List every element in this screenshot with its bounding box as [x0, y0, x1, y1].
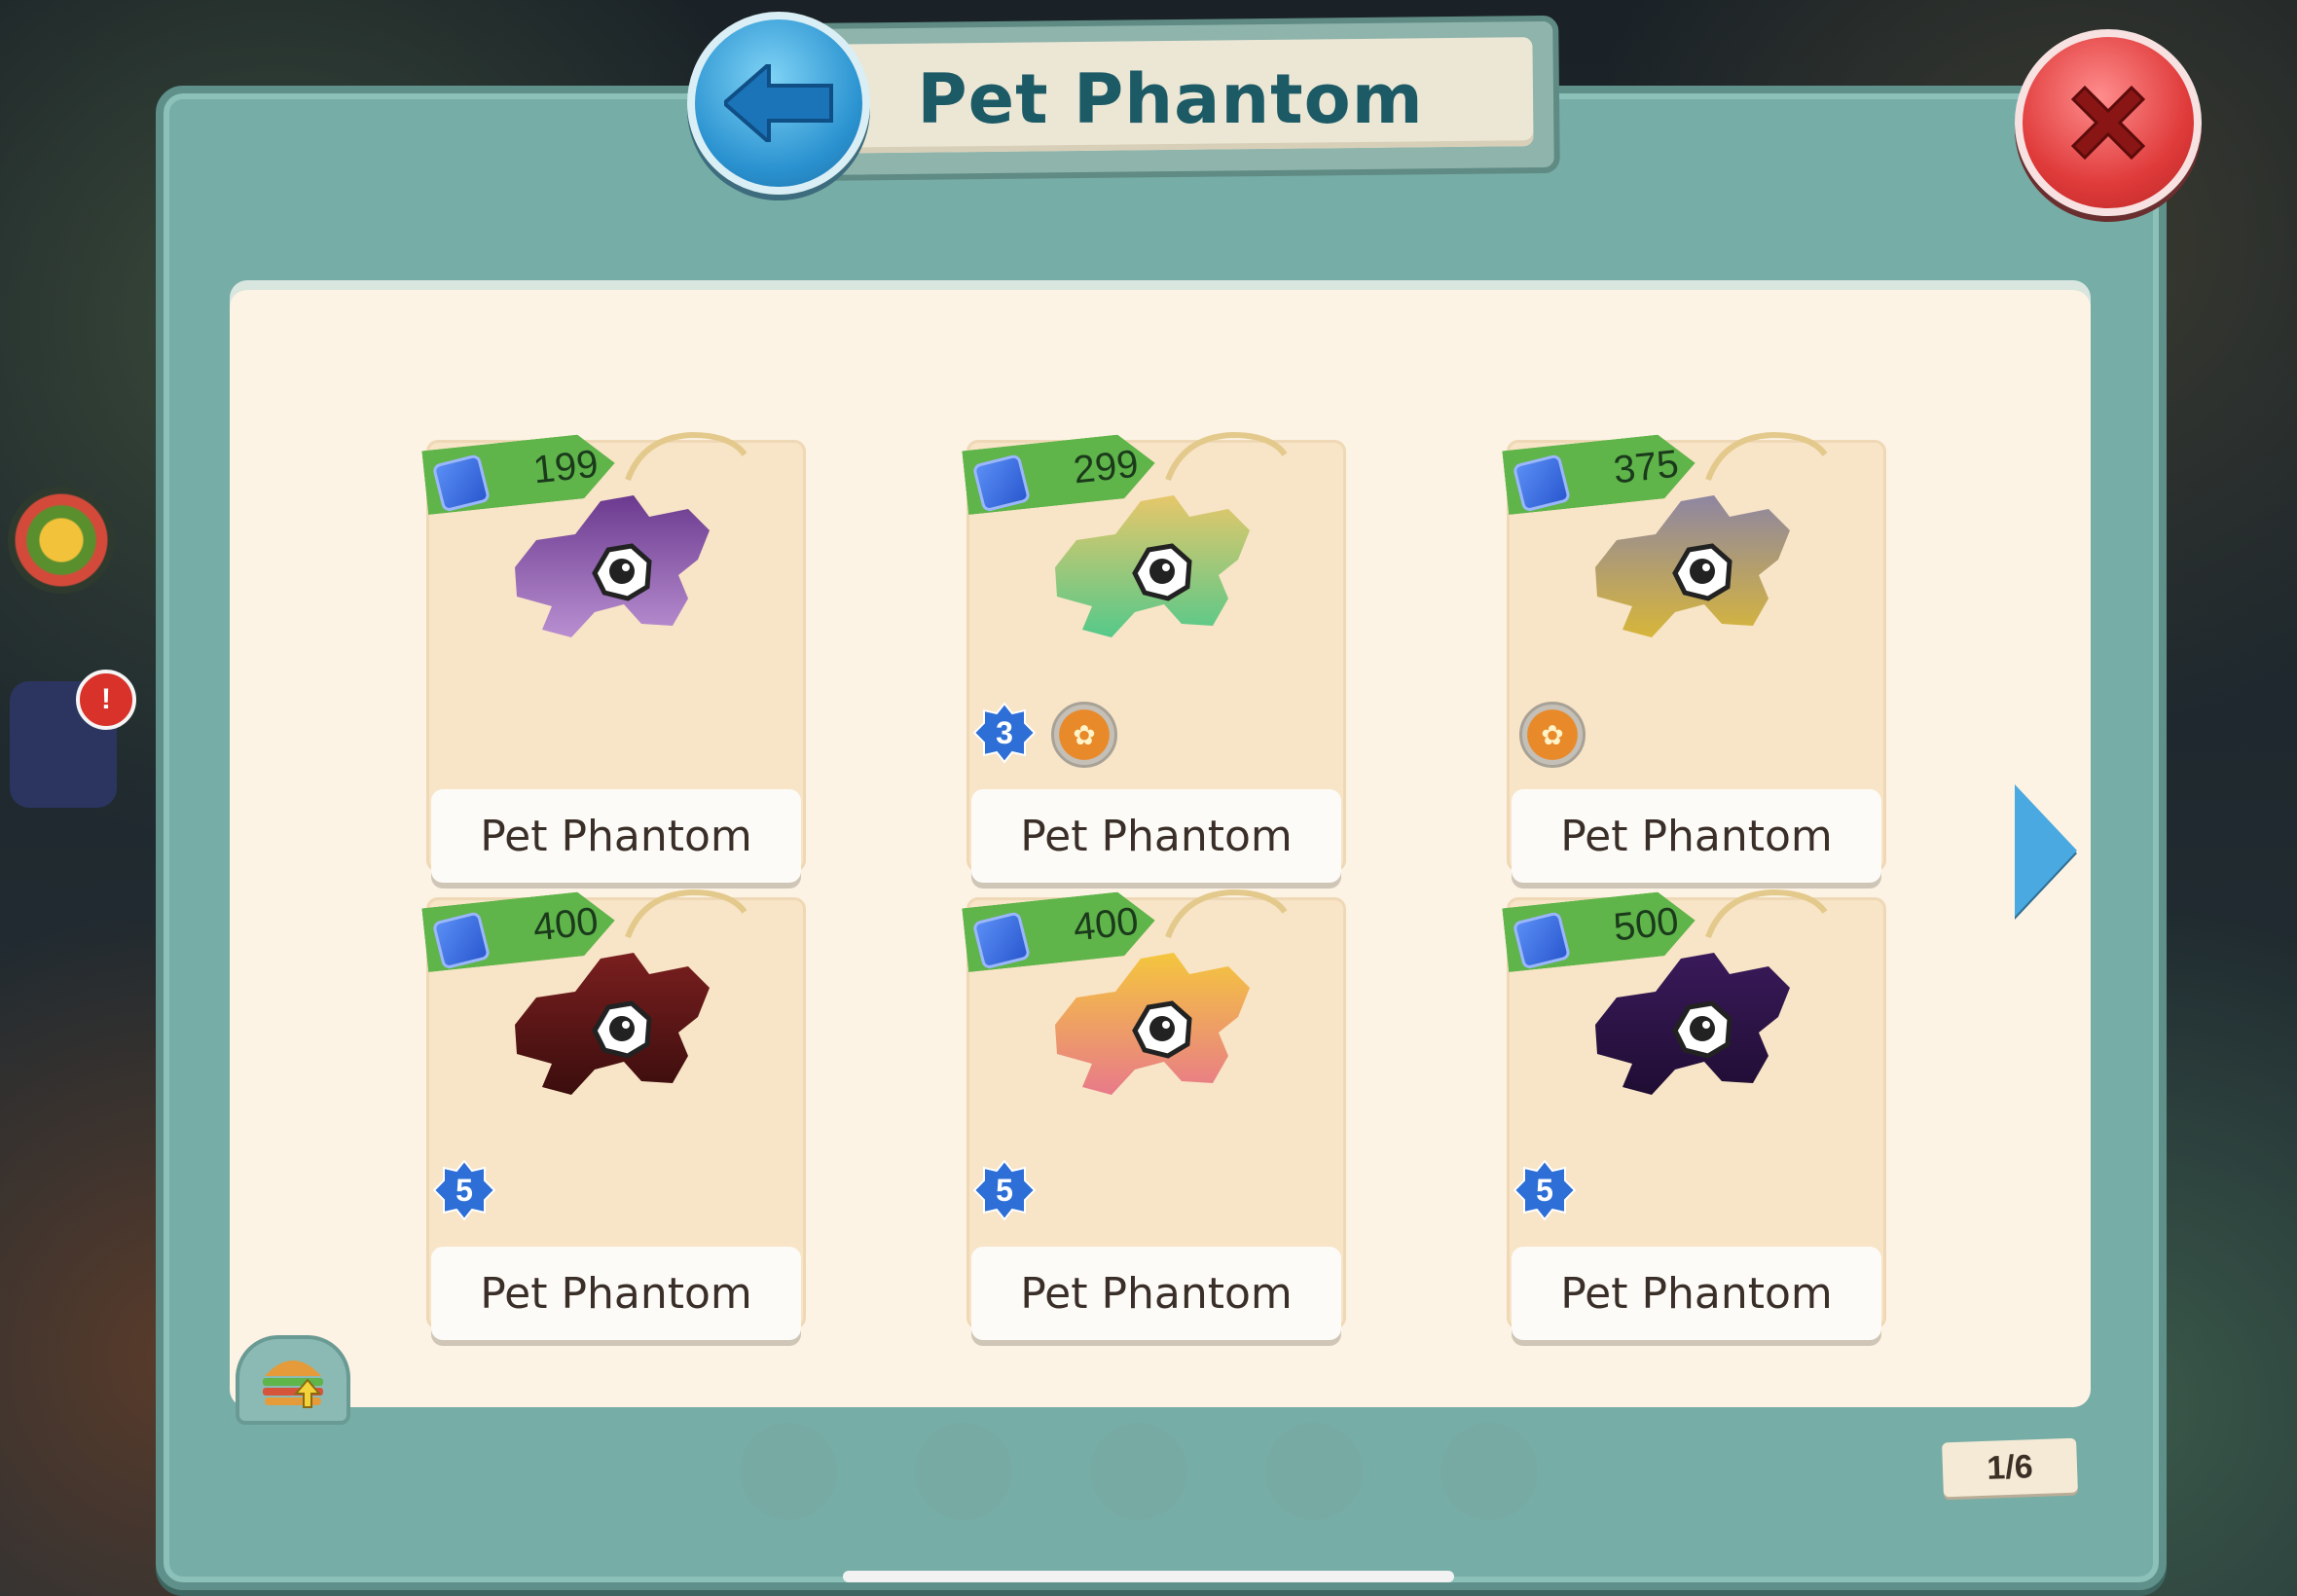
price: 500 [1611, 899, 1681, 950]
item-name: Pet Phantom [431, 1247, 801, 1340]
keyboard-icon[interactable] [915, 1423, 1012, 1520]
price: 400 [530, 899, 601, 950]
tag-string-icon [1705, 889, 1828, 939]
page-indicator: 1/6 [1942, 1437, 2078, 1498]
tag-string-icon [1165, 889, 1288, 939]
level-badge: 5 [1513, 1159, 1576, 1221]
level-badge: 5 [433, 1159, 495, 1221]
butterfly-member-icon: ✿ [1051, 702, 1117, 768]
item-name: Pet Phantom [431, 789, 801, 883]
shop-item-card[interactable]: 500 5 Pet Phantom [1507, 897, 1886, 1340]
chat-icon[interactable] [740, 1423, 837, 1520]
level-badge: 5 [973, 1159, 1036, 1221]
phantom-icon [1595, 495, 1790, 637]
next-page-arrow[interactable] [2015, 784, 2077, 917]
item-name: Pet Phantom [1512, 789, 1881, 883]
phantom-icon [1055, 953, 1250, 1095]
price: 299 [1071, 442, 1141, 492]
close-icon [2070, 85, 2146, 161]
phantom-icon [515, 953, 710, 1095]
tag-string-icon [1705, 431, 1828, 482]
alert-badge: ! [76, 670, 136, 730]
tag-string-icon [625, 431, 747, 482]
tag-string-icon [1165, 431, 1288, 482]
shop-title: Pet Phantom [917, 59, 1424, 139]
home-indicator [843, 1571, 1454, 1582]
phantom-icon [515, 495, 710, 637]
item-name: Pet Phantom [971, 789, 1341, 883]
shop-item-card[interactable]: 400 5 Pet Phantom [966, 897, 1346, 1340]
level-badge: 3 [973, 702, 1036, 764]
action-icon[interactable] [1090, 1423, 1187, 1520]
item-name: Pet Phantom [971, 1247, 1341, 1340]
shop-item-card[interactable]: 400 5 Pet Phantom [426, 897, 806, 1340]
shop-item-card[interactable]: 199 Pet Phantom [426, 440, 806, 883]
phantom-icon [1595, 953, 1790, 1095]
food-upload-button[interactable] [236, 1335, 350, 1425]
shop-item-card[interactable]: 299 3 ✿ Pet Phantom [966, 440, 1346, 883]
price: 199 [530, 442, 601, 492]
arrow-left-icon [724, 64, 833, 142]
shop-item-card[interactable]: 375 ✿ Pet Phantom [1507, 440, 1886, 883]
emote-icon[interactable] [1265, 1423, 1363, 1520]
back-button[interactable] [687, 12, 870, 195]
star-icon[interactable] [8, 487, 115, 594]
burger-icon [263, 1360, 323, 1408]
tag-string-icon [625, 889, 747, 939]
trade-icon[interactable] [1440, 1423, 1538, 1520]
item-name: Pet Phantom [1512, 1247, 1881, 1340]
close-button[interactable] [2015, 29, 2202, 216]
price: 375 [1611, 442, 1681, 492]
price: 400 [1071, 899, 1141, 950]
butterfly-member-icon: ✿ [1519, 702, 1586, 768]
phantom-icon [1055, 495, 1250, 637]
